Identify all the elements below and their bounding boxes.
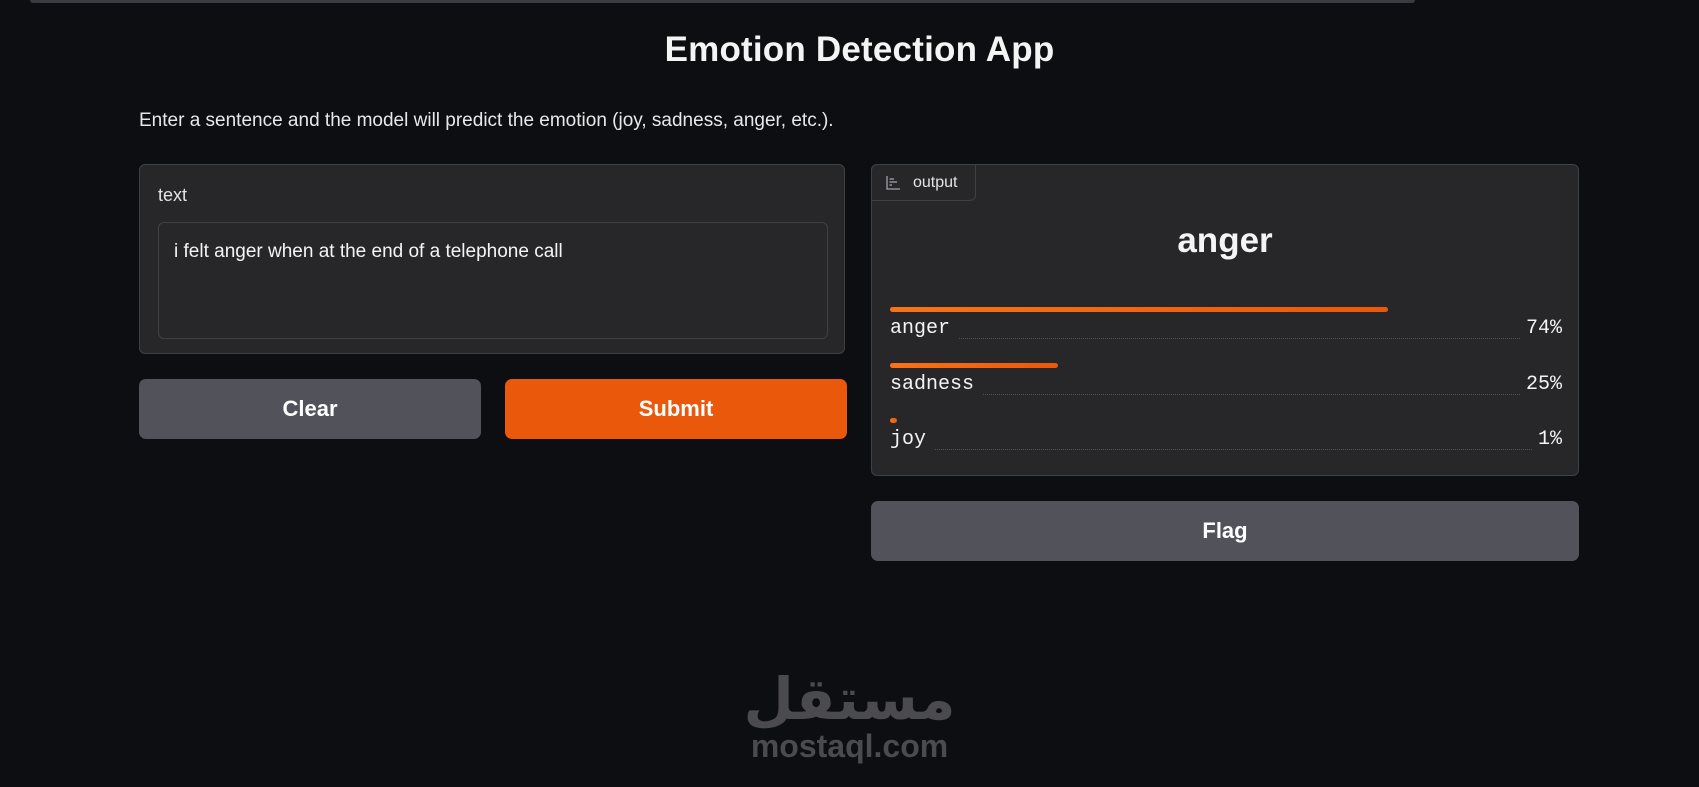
confidence-leader bbox=[890, 338, 1562, 339]
watermark-logo: مستقل mostaql.com bbox=[0, 670, 1699, 764]
confidence-row: sadness 25% bbox=[890, 363, 1562, 403]
confidence-value: 1% bbox=[1531, 428, 1562, 451]
confidence-leader bbox=[890, 449, 1562, 450]
app-description: Enter a sentence and the model will pred… bbox=[139, 110, 834, 131]
clear-button[interactable]: Clear bbox=[139, 379, 481, 439]
confidence-label: sadness bbox=[890, 373, 983, 396]
watermark-latin: mostaql.com bbox=[750, 728, 949, 764]
confidence-bar bbox=[890, 418, 897, 423]
output-tab-label: output bbox=[913, 173, 958, 191]
confidence-value: 25% bbox=[1519, 373, 1562, 396]
confidence-value: 74% bbox=[1519, 317, 1562, 340]
confidence-row: anger 74% bbox=[890, 307, 1562, 347]
submit-button[interactable]: Submit bbox=[505, 379, 847, 439]
output-panel: output anger anger 74% sadness 25% joy 1… bbox=[871, 164, 1579, 476]
page-title: Emotion Detection App bbox=[664, 30, 1055, 69]
text-input-panel: text bbox=[139, 164, 845, 354]
confidence-row: joy 1% bbox=[890, 418, 1562, 458]
confidence-label: anger bbox=[890, 317, 959, 340]
watermark-arabic: مستقل bbox=[743, 665, 956, 733]
bar-chart-icon bbox=[885, 175, 901, 191]
confidence-bar bbox=[890, 307, 1388, 312]
output-tab: output bbox=[871, 164, 976, 201]
text-input-label: text bbox=[158, 185, 188, 205]
browser-top-bar bbox=[30, 0, 1415, 3]
predicted-label: anger bbox=[1177, 221, 1273, 260]
confidence-label: joy bbox=[890, 428, 935, 451]
flag-button[interactable]: Flag bbox=[871, 501, 1579, 561]
confidence-leader bbox=[890, 394, 1562, 395]
text-input[interactable] bbox=[158, 222, 828, 339]
confidence-bar bbox=[890, 363, 1058, 368]
